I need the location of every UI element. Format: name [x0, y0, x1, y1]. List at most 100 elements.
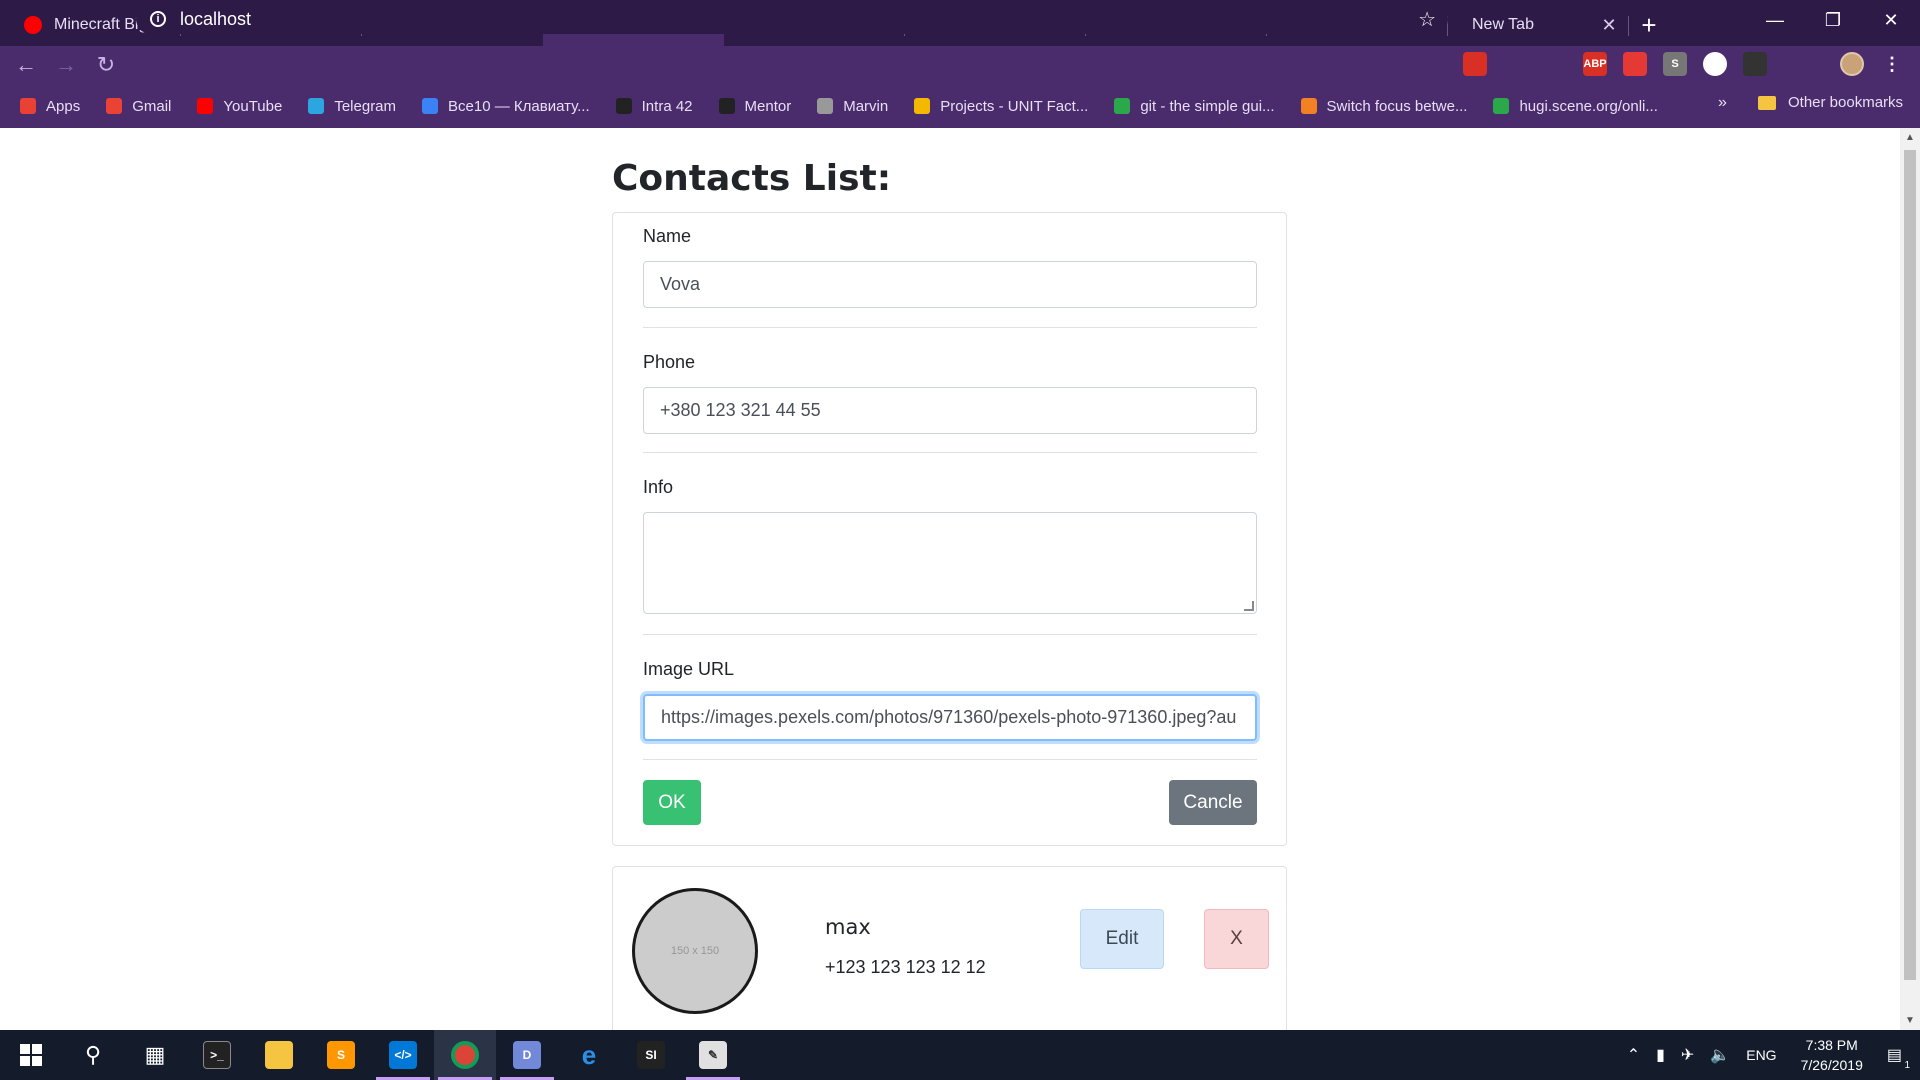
- bookmark-item[interactable]: Gmail: [106, 98, 171, 115]
- site-info-icon[interactable]: i: [150, 11, 166, 27]
- bookmark-item[interactable]: Все10 — Клавиату...: [422, 98, 590, 115]
- paint-icon[interactable]: ✎: [682, 1030, 744, 1080]
- address-bar[interactable]: i localhost ☆: [136, 4, 1448, 34]
- scrollbar-thumb[interactable]: [1904, 150, 1916, 980]
- phone-input[interactable]: +380 123 321 44 55: [643, 387, 1257, 434]
- bookmarks-overflow-icon[interactable]: »: [1718, 94, 1727, 112]
- divider: [643, 452, 1257, 453]
- si-game-icon[interactable]: SI: [620, 1030, 682, 1080]
- name-input[interactable]: Vova: [643, 261, 1257, 308]
- edit-button[interactable]: Edit: [1080, 909, 1164, 969]
- language-indicator[interactable]: ENG: [1746, 1047, 1776, 1063]
- bookmark-label: YouTube: [223, 97, 283, 115]
- extension-red-icon[interactable]: [1463, 52, 1487, 76]
- chrome-icon[interactable]: [434, 1030, 496, 1080]
- bookmark-item[interactable]: Switch focus betwe...: [1300, 98, 1467, 115]
- clock[interactable]: 7:38 PM 7/26/2019: [1801, 1035, 1863, 1075]
- bookmark-item[interactable]: Apps: [20, 98, 80, 115]
- bookmark-item[interactable]: Mentor: [718, 98, 791, 115]
- git-icon: [1114, 98, 1131, 114]
- vertical-scrollbar[interactable]: ▲ ▼: [1900, 128, 1920, 1030]
- bookmark-label: hugi.scene.org/onli...: [1519, 97, 1658, 115]
- info-label: Info: [643, 477, 674, 497]
- airplane-icon[interactable]: ✈: [1681, 1045, 1694, 1065]
- tab-separator: [1628, 16, 1629, 36]
- new-tab-button[interactable]: +: [1629, 4, 1669, 46]
- bookmark-item[interactable]: Projects - UNIT Fact...: [914, 98, 1088, 115]
- address-text: localhost: [180, 8, 252, 29]
- clock-date: 7/26/2019: [1800, 1057, 1863, 1073]
- volume-icon[interactable]: 🔈: [1710, 1045, 1730, 1065]
- gear-icon[interactable]: [1783, 52, 1807, 76]
- avatar: 150 x 150: [632, 888, 758, 1014]
- task-view-icon[interactable]: ▦: [124, 1030, 186, 1080]
- divider: [643, 759, 1257, 760]
- other-bookmarks[interactable]: Other bookmarks: [1758, 94, 1903, 111]
- window-controls: — ❐ ✕: [1746, 0, 1920, 40]
- back-arrow-icon[interactable]: ←: [6, 46, 46, 84]
- minimize-icon[interactable]: —: [1746, 0, 1804, 40]
- marvin-icon: [817, 98, 834, 114]
- discord-icon[interactable]: D: [496, 1030, 558, 1080]
- media-icon[interactable]: [1623, 52, 1647, 76]
- close-window-icon[interactable]: ✕: [1862, 0, 1920, 40]
- contact-form-card: Name Vova Phone +380 123 321 44 55 Info …: [612, 212, 1287, 846]
- forty-two-icon: [718, 98, 735, 114]
- info-textarea[interactable]: [643, 512, 1257, 614]
- bookmark-label: Intra 42: [641, 97, 693, 115]
- scroll-down-icon[interactable]: ▼: [1905, 1015, 1915, 1026]
- vscode-icon[interactable]: </>: [372, 1030, 434, 1080]
- phone-label: Phone: [643, 352, 696, 372]
- name-label: Name: [643, 226, 692, 246]
- windows-start-icon[interactable]: [0, 1030, 62, 1080]
- cancel-button[interactable]: Cancle: [1169, 780, 1257, 825]
- adblock-icon[interactable]: ABP: [1583, 52, 1607, 76]
- bookmark-star-icon[interactable]: ☆: [1418, 7, 1436, 32]
- telegram-icon: [308, 98, 325, 114]
- ok-button[interactable]: OK: [643, 780, 701, 825]
- divider: [643, 327, 1257, 328]
- circle-icon[interactable]: [1703, 52, 1727, 76]
- delete-button[interactable]: X: [1204, 909, 1269, 969]
- youtube-icon: [24, 16, 42, 34]
- bookmark-item[interactable]: git - the simple gui...: [1114, 98, 1275, 115]
- file-explorer-icon[interactable]: [248, 1030, 310, 1080]
- reload-icon[interactable]: ↻: [86, 46, 126, 84]
- battery-icon[interactable]: ▮: [1656, 1045, 1665, 1065]
- scroll-up-icon[interactable]: ▲: [1905, 132, 1915, 143]
- bookmark-item[interactable]: YouTube: [197, 98, 282, 115]
- bookmark-item[interactable]: Telegram: [308, 98, 396, 115]
- menu-kebab-icon[interactable]: ⋮: [1880, 52, 1904, 76]
- forward-arrow-icon[interactable]: →: [46, 46, 86, 84]
- edge-icon[interactable]: e: [558, 1030, 620, 1080]
- apps-grid-icon: [20, 98, 36, 114]
- contact-name: max: [825, 915, 871, 939]
- page-viewport: Contacts List: Name Vova Phone +380 123 …: [0, 128, 1900, 1030]
- tab-8[interactable]: New Tab ✕: [1448, 4, 1629, 46]
- bookmark-label: Gmail: [132, 97, 172, 115]
- notification-icon[interactable]: ▤ 1: [1887, 1045, 1910, 1071]
- tray-expand-icon[interactable]: ⌃: [1627, 1045, 1640, 1065]
- unit-icon: [914, 98, 931, 114]
- bookmark-item[interactable]: Marvin: [817, 98, 888, 115]
- image-url-input[interactable]: https://images.pexels.com/photos/971360/…: [643, 694, 1257, 741]
- s-icon[interactable]: S: [1663, 52, 1687, 76]
- close-tab-icon[interactable]: ✕: [1599, 15, 1619, 36]
- bookmarks-bar: Apps Gmail YouTube Telegram Все10 — Клавиату…: [0, 84, 1920, 128]
- bookmark-item[interactable]: Intra 42: [615, 97, 693, 115]
- bookmark-label: Projects - UNIT Fact...: [940, 97, 1089, 115]
- chat-icon[interactable]: [1503, 52, 1527, 76]
- terminal-icon[interactable]: >_: [186, 1030, 248, 1080]
- profile-avatar[interactable]: [1840, 52, 1864, 76]
- sublime-icon[interactable]: S: [310, 1030, 372, 1080]
- clock-time: 7:38 PM: [1805, 1037, 1858, 1053]
- stack-icon: [1300, 98, 1317, 114]
- resize-handle-icon[interactable]: [1244, 601, 1254, 611]
- restore-icon[interactable]: ❐: [1804, 0, 1862, 40]
- contact-card: 150 x 150 max +123 123 123 12 12 Edit X: [612, 866, 1287, 1030]
- taskbar: ⚲ ▦ >_ S </> D e SI ✎ ⌃ ▮ ✈ 🔈 ENG 7:38 P…: [0, 1030, 1920, 1080]
- bookmark-item[interactable]: hugi.scene.org/onli...: [1493, 97, 1658, 115]
- pocket-icon[interactable]: [1543, 52, 1567, 76]
- terminal-icon[interactable]: [1743, 52, 1767, 76]
- search-icon[interactable]: ⚲: [62, 1030, 124, 1080]
